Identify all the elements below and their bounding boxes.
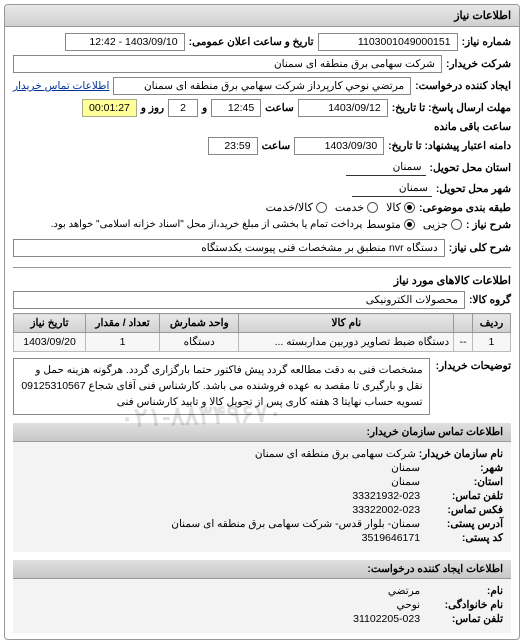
cell-unit: دستگاه: [160, 333, 239, 352]
bc-province-value: سمنان: [391, 476, 420, 488]
category-radio-group: کالا خدمت کالا/خدمت: [266, 201, 415, 214]
bc-postcode-label: کد پستی:: [423, 532, 503, 544]
category-label: طبقه بندی موضوعی:: [419, 202, 511, 214]
radio-service-label: خدمت: [335, 201, 364, 214]
radio-kala[interactable]: [404, 202, 415, 213]
need-title-value: دستگاه nvr منطبق بر مشخصات فنی پیوست یکد…: [13, 239, 445, 257]
radio-small[interactable]: [451, 219, 462, 230]
deadline-label: مهلت ارسال پاسخ: تا تاریخ:: [392, 102, 511, 114]
deadline-time: 12:45: [211, 99, 261, 117]
countdown-timer: 00:01:27: [82, 99, 137, 117]
request-no: 1103001049000151: [318, 33, 458, 51]
th-date: تاریخ نیاز: [14, 314, 86, 333]
buyer-contact-link[interactable]: اطلاعات تماس خریدار: [13, 80, 109, 92]
remain-days: 2: [168, 99, 198, 117]
buyer-desc-text: مشخصات فنی به دقت مطالعه گردد پیش فاکتور…: [13, 358, 430, 415]
org-value: شرکت سهامی برق منطقه ای سمنان: [255, 448, 416, 460]
bc-address-value: سمنان- بلوار قدس- شرکت سهامی برق منطقه ا…: [171, 518, 420, 530]
panel-title: اطلاعات نیاز: [5, 5, 519, 27]
need-title-label: شرح کلی نیاز:: [449, 242, 511, 254]
bc-city-label: شهر:: [423, 462, 503, 474]
requester-value: مرتضي نوحي كارپرداز شركت سهامي برق منطقه…: [113, 77, 411, 95]
radio-service[interactable]: [367, 202, 378, 213]
size-label: شرح نیاز :: [466, 219, 511, 231]
creator-contact-section: اطلاعات ایجاد کننده درخواست: نام: مرتضي …: [13, 560, 511, 633]
city-label: شهر محل تحویل:: [436, 183, 511, 195]
org-label: نام سازمان خریدار:: [419, 448, 503, 460]
radio-medium[interactable]: [404, 219, 415, 230]
province-value: سمنان: [346, 159, 426, 176]
buyer-label: شرکت خریدار:: [446, 58, 511, 70]
remain-suffix: ساعت باقی مانده: [434, 121, 511, 133]
cc-phone-label: تلفن تماس:: [423, 613, 503, 625]
cell-name: دستگاه ضبط تصاویر دوربین مداربسته ...: [239, 333, 454, 352]
size-note: پرداخت تمام یا بخشی از مبلغ خرید،از محل …: [51, 219, 363, 230]
deadline-time-label: ساعت: [265, 102, 294, 114]
cc-fname-value: مرتضي: [388, 585, 420, 597]
need-info-panel: اطلاعات نیاز شماره نیاز: 110300104900015…: [4, 4, 520, 640]
cc-phone-value: 31102205-023: [353, 613, 420, 625]
items-table: ردیف نام کالا واحد شمارش تعداد / مقدار ت…: [13, 313, 511, 352]
bc-postcode-value: 3519646171: [362, 532, 420, 544]
bc-fax-value: 33322002-023: [352, 504, 420, 516]
deadline-date: 1403/09/12: [298, 99, 388, 117]
th-unit: واحد شمارش: [160, 314, 239, 333]
th-row: ردیف: [472, 314, 510, 333]
request-no-label: شماره نیاز:: [462, 36, 511, 48]
bc-province-label: استان:: [423, 476, 503, 488]
remain-and: و: [202, 102, 207, 114]
cc-lname-label: نام خانوادگی:: [423, 599, 503, 611]
cc-lname-value: نوحي: [396, 599, 420, 611]
cell-row: 1: [472, 333, 510, 352]
radio-medium-label: متوسط: [366, 218, 401, 231]
bc-phone-value: 33321932-023: [352, 490, 420, 502]
bc-address-label: آدرس پستی:: [423, 518, 503, 530]
buyer-desc-label: توضیحات خریدار:: [436, 358, 511, 372]
validity-time-label: ساعت: [262, 140, 291, 152]
cc-fname-label: نام:: [423, 585, 503, 597]
radio-both[interactable]: [316, 202, 327, 213]
validity-label: دامنه اعتبار پیشنهاد: تا تاریخ:: [388, 140, 511, 152]
cell-date: 1403/09/20: [14, 333, 86, 352]
validity-date: 1403/09/30: [294, 137, 384, 155]
province-label: استان محل تحویل:: [430, 162, 511, 174]
items-section-title: اطلاعات کالاهای مورد نیاز: [13, 267, 511, 287]
datetime-label: تاریخ و ساعت اعلان عمومی:: [189, 36, 314, 48]
city-value: سمنان: [352, 180, 432, 197]
validity-time: 23:59: [208, 137, 258, 155]
group-value: محصولات الکترونیکی: [13, 291, 465, 309]
cell-qty: 1: [86, 333, 160, 352]
creator-contact-title: اطلاعات ایجاد کننده درخواست:: [13, 560, 511, 579]
requester-label: ایجاد کننده درخواست:: [415, 80, 511, 92]
bc-fax-label: فکس تماس:: [423, 504, 503, 516]
group-label: گروه کالا:: [469, 294, 511, 306]
datetime-value: 1403/09/10 - 12:42: [65, 33, 185, 51]
bc-phone-label: تلفن تماس:: [423, 490, 503, 502]
buyer-contact-title: اطلاعات تماس سازمان خریدار:: [13, 423, 511, 442]
buyer-contact-section: اطلاعات تماس سازمان خریدار: نام سازمان خ…: [13, 423, 511, 552]
radio-kala-label: کالا: [386, 201, 401, 214]
radio-both-label: کالا/خدمت: [266, 201, 313, 214]
size-radio-group: جزیی متوسط: [366, 218, 462, 231]
buyer-value: شرکت سهامی برق منطقه ای سمنان: [13, 55, 442, 73]
remain-days-label: روز و: [141, 102, 164, 114]
radio-small-label: جزیی: [423, 218, 448, 231]
cell-code: --: [454, 333, 473, 352]
th-qty: تعداد / مقدار: [86, 314, 160, 333]
bc-city-value: سمنان: [391, 462, 420, 474]
table-row[interactable]: 1 -- دستگاه ضبط تصاویر دوربین مداربسته .…: [14, 333, 511, 352]
th-name: نام کالا: [239, 314, 454, 333]
